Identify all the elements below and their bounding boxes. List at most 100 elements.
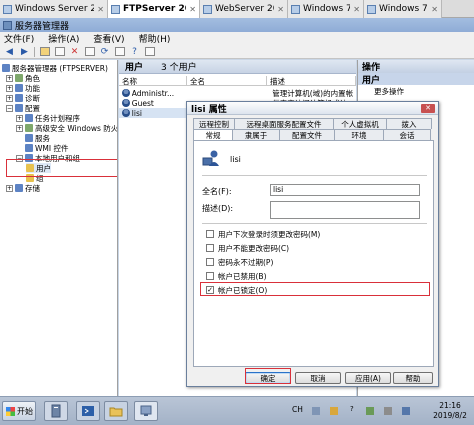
vm-icon bbox=[367, 4, 376, 14]
checkbox-must-change-password[interactable]: 用户下次登录时须更改密码(M) bbox=[206, 229, 320, 239]
export-list-icon[interactable] bbox=[114, 47, 125, 57]
explorer-taskbar-icon[interactable] bbox=[104, 401, 128, 421]
powershell-icon bbox=[82, 406, 94, 416]
tree-item-firewall[interactable]: + 高级安全 Windows 防火墙 bbox=[16, 123, 117, 133]
features-icon bbox=[15, 84, 23, 92]
tab-environment[interactable]: 环境 bbox=[334, 129, 384, 140]
properties-icon[interactable] bbox=[84, 47, 95, 57]
tree-item-server-manager[interactable]: 服务器管理器 (FTPSERVER) bbox=[2, 63, 108, 73]
cancel-button[interactable]: 取消 bbox=[295, 372, 341, 384]
tab-remote-control[interactable]: 远程控制 bbox=[193, 118, 235, 129]
tree-item-configuration[interactable]: − 配置 bbox=[6, 103, 40, 113]
vm-tab-windows-server-2008[interactable]: Windows Server 2008 ✕ bbox=[0, 0, 108, 18]
tab-general[interactable]: 常规 bbox=[193, 129, 233, 140]
tree-item-services[interactable]: 服务 bbox=[25, 133, 50, 143]
navigation-tree: 服务器管理器 (FTPSERVER) + 角色 + 功能 + 诊断 − 配置 +… bbox=[0, 60, 118, 396]
expand-icon[interactable]: + bbox=[6, 94, 13, 102]
divider bbox=[202, 175, 427, 176]
checkbox-cannot-change-password[interactable]: 用户不能更改密码(C) bbox=[206, 243, 289, 253]
actions-section-users[interactable]: 用户 bbox=[358, 73, 474, 86]
more-actions-item[interactable]: 更多操作 bbox=[358, 85, 474, 97]
help-button[interactable]: 帮助 bbox=[393, 372, 433, 384]
help-icon[interactable]: ? bbox=[350, 405, 354, 413]
user-icon bbox=[122, 109, 130, 117]
show-hide-tree-icon[interactable] bbox=[54, 47, 65, 57]
menu-view[interactable]: 查看(V) bbox=[93, 32, 124, 45]
checkbox[interactable] bbox=[206, 230, 214, 238]
vm-tab-ftpserver-2008[interactable]: FTPServer 2008 ✕ bbox=[108, 0, 200, 18]
flag-icon[interactable] bbox=[384, 407, 392, 415]
collapse-icon[interactable]: − bbox=[6, 104, 13, 112]
server-manager-taskbar-icon[interactable] bbox=[44, 401, 68, 421]
expand-icon[interactable]: + bbox=[16, 114, 23, 122]
tab-sessions[interactable]: 会话 bbox=[383, 129, 431, 140]
user-count: 3 个用户 bbox=[161, 63, 197, 73]
tab-member-of[interactable]: 隶属于 bbox=[232, 129, 280, 140]
action-pane-icon[interactable] bbox=[144, 47, 155, 57]
column-fullname[interactable]: 全名 bbox=[187, 76, 267, 86]
tree-item-diagnostics[interactable]: + 诊断 bbox=[6, 93, 40, 103]
table-row[interactable]: Administr... 管理计算机(域)的内置帐 bbox=[119, 88, 356, 98]
expand-icon[interactable]: + bbox=[6, 184, 13, 192]
volume-icon[interactable] bbox=[402, 407, 410, 415]
menu-file[interactable]: 文件(F) bbox=[4, 32, 34, 45]
checkbox-password-never-expires[interactable]: 密码永不过期(P) bbox=[206, 257, 273, 267]
tree-item-features[interactable]: + 功能 bbox=[6, 83, 40, 93]
up-folder-icon[interactable] bbox=[39, 47, 50, 57]
toolbar-separator bbox=[34, 46, 35, 57]
user-name: lisi bbox=[230, 155, 241, 164]
close-icon[interactable]: ✕ bbox=[189, 5, 196, 14]
checkbox-account-disabled[interactable]: 帐户已禁用(B) bbox=[206, 271, 267, 281]
close-icon[interactable]: ✕ bbox=[353, 5, 360, 14]
keyboard-icon[interactable] bbox=[312, 407, 320, 415]
apply-button[interactable]: 应用(A) bbox=[345, 372, 391, 384]
refresh-icon[interactable]: ⟳ bbox=[99, 47, 110, 57]
checkbox[interactable] bbox=[206, 258, 214, 266]
general-tab-panel: lisi 全名(F): lisi 描述(D): 用户下次登录时须更改密码(M) … bbox=[193, 140, 434, 367]
user-icon bbox=[202, 150, 219, 166]
language-indicator[interactable]: CH bbox=[292, 405, 303, 414]
back-arrow-icon[interactable]: ◀ bbox=[4, 47, 15, 57]
close-icon[interactable]: ✕ bbox=[421, 104, 435, 113]
forward-arrow-icon[interactable]: ▶ bbox=[19, 47, 30, 57]
active-window-taskbar-icon[interactable] bbox=[134, 401, 158, 421]
expand-icon[interactable]: + bbox=[6, 84, 13, 92]
window-title: 服务器管理器 bbox=[15, 21, 70, 32]
network-icon[interactable] bbox=[366, 407, 374, 415]
tab-rds-profile[interactable]: 远程桌面服务配置文件 bbox=[234, 118, 334, 129]
system-clock[interactable]: 21:16 2019/8/2 bbox=[428, 401, 472, 421]
vm-icon bbox=[3, 4, 12, 14]
close-icon[interactable]: ✕ bbox=[277, 5, 284, 14]
expand-icon[interactable]: + bbox=[6, 74, 13, 82]
notification-icon[interactable] bbox=[330, 407, 338, 415]
tree-item-storage[interactable]: + 存储 bbox=[6, 183, 40, 193]
menu-help[interactable]: 帮助(H) bbox=[139, 32, 171, 45]
tab-dial-in[interactable]: 拨入 bbox=[386, 118, 432, 129]
start-button[interactable]: 开始 bbox=[2, 401, 36, 421]
column-headers: 名称 全名 描述 bbox=[119, 76, 356, 86]
vm-tab-windows-7-1[interactable]: Windows 7.1 ✕ bbox=[288, 0, 364, 18]
description-input[interactable] bbox=[270, 201, 420, 219]
tree-item-task-scheduler[interactable]: + 任务计划程序 bbox=[16, 113, 80, 123]
menu-action[interactable]: 操作(A) bbox=[48, 32, 79, 45]
gear-icon bbox=[25, 134, 33, 142]
delete-icon[interactable]: ✕ bbox=[69, 47, 80, 57]
highlight-ok-annotation bbox=[245, 368, 291, 384]
clock-time: 21:16 bbox=[439, 401, 461, 410]
fullname-input[interactable]: lisi bbox=[270, 184, 420, 196]
vm-tab-windows-7-2[interactable]: Windows 7.2 ✕ bbox=[364, 0, 442, 18]
tab-personal-vm[interactable]: 个人虚拟机 bbox=[333, 118, 387, 129]
tab-profile[interactable]: 配置文件 bbox=[279, 129, 335, 140]
vm-tab-webserver-2008[interactable]: WebServer 2008 ✕ bbox=[200, 0, 288, 18]
tree-item-roles[interactable]: + 角色 bbox=[6, 73, 40, 83]
checkbox[interactable] bbox=[206, 244, 214, 252]
tree-item-wmi[interactable]: WMI 控件 bbox=[25, 143, 68, 153]
close-icon[interactable]: ✕ bbox=[97, 5, 104, 14]
help-icon[interactable]: ? bbox=[129, 47, 140, 57]
checkbox[interactable] bbox=[206, 272, 214, 280]
expand-icon[interactable]: + bbox=[16, 124, 23, 132]
powershell-taskbar-icon[interactable] bbox=[76, 401, 100, 421]
column-description[interactable]: 描述 bbox=[267, 76, 356, 86]
column-name[interactable]: 名称 bbox=[119, 76, 187, 86]
close-icon[interactable]: ✕ bbox=[431, 5, 438, 14]
